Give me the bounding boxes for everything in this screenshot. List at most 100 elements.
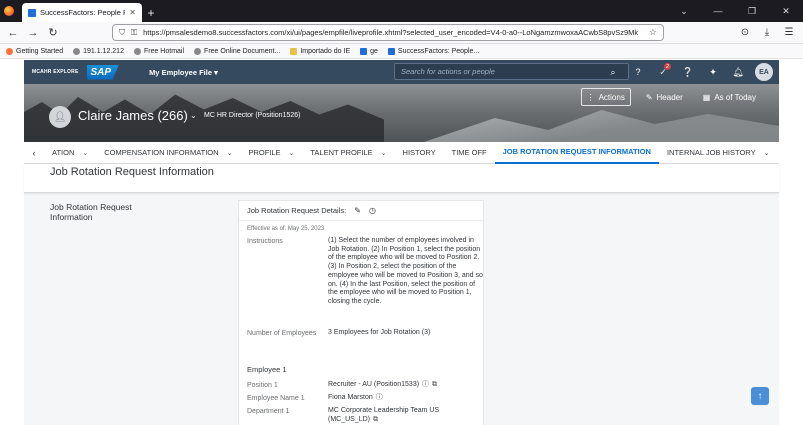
tab-internal-job-history[interactable]: INTERNAL JOB HISTORY ⌄: [659, 142, 778, 164]
close-tab-icon[interactable]: ✕: [129, 8, 136, 17]
field-value: (1) Select the number of employees invol…: [328, 237, 483, 305]
edit-icon[interactable]: ✎: [354, 206, 361, 215]
field-label: Position 1: [247, 382, 278, 389]
section-title: Job Rotation Request Information: [50, 166, 214, 178]
more-icon: ⋮: [586, 92, 595, 102]
bookmark-item[interactable]: 191.1.12.212: [73, 47, 124, 55]
brand-label: MCAHR EXPLORE: [32, 69, 79, 75]
hamburger-menu-icon[interactable]: ☰: [781, 24, 797, 40]
tab-history[interactable]: HISTORY: [395, 142, 444, 164]
history-icon[interactable]: ◷: [369, 206, 376, 215]
scroll-left-icon[interactable]: ‹: [24, 148, 44, 158]
lock-icon[interactable]: ⚿: [131, 28, 137, 38]
block-label: Job Rotation Request Information: [50, 202, 132, 222]
tab-profile[interactable]: PROFILE ⌄: [240, 142, 302, 164]
help-icon[interactable]: ?: [630, 62, 646, 82]
ask-icon[interactable]: ❔: [680, 62, 696, 82]
tab-job-rotation-request-information[interactable]: JOB ROTATION REQUEST INFORMATION: [494, 142, 659, 164]
pocket-icon[interactable]: ⊙: [737, 24, 753, 40]
globe-icon: [73, 47, 81, 55]
maximize-icon[interactable]: ❐: [735, 6, 769, 17]
back-icon[interactable]: ←: [4, 24, 22, 42]
chevron-down-icon[interactable]: ⌄: [190, 111, 197, 120]
sap-logo[interactable]: SAP: [86, 64, 120, 80]
mountain-background: [424, 110, 779, 142]
header-button[interactable]: ✎ Header: [641, 88, 688, 106]
bookmark-folder[interactable]: Importado do IE: [290, 47, 350, 55]
forward-icon[interactable]: →: [24, 24, 42, 42]
bell-icon[interactable]: 🔔︎: [730, 62, 746, 82]
bookmark-item[interactable]: ge: [360, 47, 378, 55]
bookmark-item[interactable]: Free Online Document...: [194, 47, 280, 55]
tab-compensation-information[interactable]: COMPENSATION INFORMATION ⌄: [96, 142, 240, 164]
calendar-icon: ▦: [702, 92, 711, 102]
as-of-button[interactable]: ▦ As of Today: [698, 88, 761, 106]
browser-toolbar-icons: ⊙ ⤓ ☰: [737, 24, 797, 40]
field-value: 3 Employees for Job Rotation (3): [328, 329, 431, 336]
copy-icon[interactable]: ⧉: [373, 416, 378, 423]
position-row: Position 1 Recruiter - AU (Position1533)…: [247, 381, 483, 390]
folder-icon: [290, 47, 298, 55]
module-menu[interactable]: My Employee File ▾: [149, 68, 218, 77]
main-content: Job Rotation Request Information Job Rot…: [24, 164, 779, 425]
section-title-bar: Job Rotation Request Information: [24, 164, 779, 193]
person-avatar-icon[interactable]: 👤︎: [49, 106, 71, 128]
search-icon[interactable]: ⌕: [605, 62, 621, 82]
sap-shell-bar: MCAHR EXPLORE SAP My Employee File ▾ Sea…: [24, 60, 779, 84]
field-value: Fiona Marston ⓘ: [328, 394, 383, 401]
tab-talent-profile[interactable]: TALENT PROFILE ⌄: [302, 142, 394, 164]
global-search-input[interactable]: Search for actions or people: [394, 63, 629, 80]
field-label: Number of Employees: [247, 330, 317, 337]
successfactors-favicon-icon: [28, 8, 36, 17]
help-icon[interactable]: ⓘ: [376, 394, 383, 401]
close-window-icon[interactable]: ✕: [769, 6, 803, 17]
todo-icon[interactable]: ✓ 2: [655, 62, 671, 82]
instructions-row: Instructions (1) Select the number of em…: [247, 237, 483, 307]
field-value: Recruiter - AU (Position1533) ⓘ ⧉: [328, 381, 438, 388]
effective-date: Effective as of: May 25, 2023: [247, 226, 325, 232]
downloads-icon[interactable]: ⤓: [759, 24, 775, 40]
window-controls: ⌄ — ❐ ✕: [667, 0, 803, 22]
chevron-down-icon: ⌄: [380, 149, 387, 157]
employee-subheading: Employee 1: [247, 365, 287, 374]
field-value: MC Corporate Leadership Team US (MC_US_L…: [328, 407, 440, 423]
scroll-to-top-button[interactable]: ↑: [751, 387, 769, 405]
employee-position: MC HR Director (Position1526): [204, 112, 301, 119]
employee-name-row: Employee Name 1 Fiona Marston ⓘ: [247, 394, 483, 403]
tab-employment-information[interactable]: ATION ⌄: [44, 142, 96, 164]
new-tab-button[interactable]: +: [142, 3, 160, 22]
url-bar[interactable]: ⛉ ⚿ https://pmsalesdemo8.successfactors.…: [112, 24, 664, 41]
url-text[interactable]: https://pmsalesdemo8.successfactors.com/…: [143, 28, 643, 37]
firefox-icon: [4, 6, 14, 16]
field-label: Instructions: [247, 238, 283, 245]
browser-tab-bar: SuccessFactors: People Profile ✕ + ⌄ — ❐…: [0, 0, 803, 22]
help-icon[interactable]: ⓘ: [422, 381, 429, 388]
profile-header: 👤︎ Claire James (266) ⌄ MC HR Director (…: [24, 84, 779, 142]
field-label: Department 1: [247, 408, 290, 415]
reload-icon[interactable]: ↻: [44, 24, 62, 42]
firefox-menu-button[interactable]: [0, 0, 18, 22]
chevron-down-icon: ⌄: [763, 149, 770, 157]
chevron-down-icon: ⌄: [288, 149, 295, 157]
bookmark-item[interactable]: Free Hotmail: [133, 47, 184, 55]
shield-icon[interactable]: ⛉: [119, 28, 125, 38]
job-rotation-card: Job Rotation Request Details: ✎ ◷ Effect…: [238, 200, 484, 425]
minimize-icon[interactable]: —: [701, 6, 735, 16]
chevron-down-icon: ▾: [214, 67, 218, 77]
edit-icon: ✎: [645, 92, 653, 102]
bookmark-item[interactable]: Getting Started: [6, 47, 63, 55]
bookmark-star-icon[interactable]: ☆: [649, 27, 657, 38]
user-avatar[interactable]: EA: [755, 63, 773, 81]
bookmarks-bar: Getting Started 191.1.12.212 Free Hotmai…: [0, 44, 803, 59]
bookmark-item[interactable]: SuccessFactors: People...: [387, 47, 479, 55]
globe-icon: [133, 47, 141, 55]
copy-icon[interactable]: ⧉: [432, 381, 437, 388]
header-actions: ⋮ Actions ✎ Header ▦ As of Today: [580, 88, 761, 106]
actions-button[interactable]: ⋮ Actions: [580, 88, 631, 106]
assistant-icon[interactable]: ✦: [705, 62, 721, 82]
dropdown-tabs-icon[interactable]: ⌄: [667, 6, 701, 17]
browser-nav-bar: ← → ↻ ⛉ ⚿ https://pmsalesdemo8.successfa…: [0, 22, 803, 44]
browser-tab[interactable]: SuccessFactors: People Profile ✕: [22, 3, 142, 22]
tab-time-off[interactable]: TIME OFF: [444, 142, 495, 164]
card-header: Job Rotation Request Details: ✎ ◷: [239, 201, 483, 221]
